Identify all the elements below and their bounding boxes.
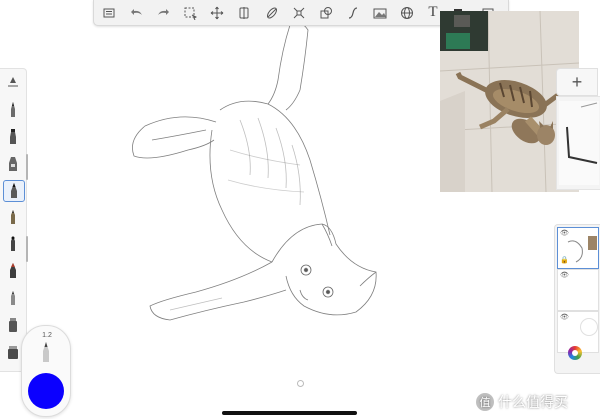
layers-menu-icon[interactable] [94, 0, 124, 25]
brush-10[interactable] [3, 315, 23, 335]
watermark-badge: 值 [476, 393, 494, 411]
brush-puck[interactable]: 1.2 [21, 325, 71, 417]
current-color-swatch[interactable] [28, 373, 64, 409]
brush-size-label: 1.2 [42, 332, 52, 339]
layer-visibility-icon[interactable]: 👁 [560, 271, 569, 279]
brush-3[interactable] [3, 127, 23, 147]
undo-icon[interactable] [124, 0, 150, 25]
watermark-text: 什么值得买 [498, 394, 568, 410]
current-brush-icon [43, 342, 49, 362]
transform-icon[interactable] [204, 0, 230, 25]
layer-thumbnail-2[interactable]: 👁 [557, 269, 599, 311]
selection-icon[interactable] [176, 0, 204, 25]
brush-6[interactable] [3, 207, 23, 227]
brush-palette [0, 68, 27, 372]
symmetry-icon[interactable] [230, 0, 258, 25]
brush-1[interactable] [3, 73, 23, 93]
brush-4[interactable] [3, 154, 23, 174]
watermark: 值 什么值得买 [476, 392, 568, 412]
redo-icon[interactable] [150, 0, 176, 25]
perspective-grid-icon[interactable] [394, 0, 420, 25]
home-indicator[interactable] [222, 411, 357, 415]
shape-icon[interactable] [312, 0, 340, 25]
brush-panel-grip-top[interactable] [26, 154, 28, 180]
brush-2[interactable] [3, 100, 23, 120]
reference-panel [556, 96, 600, 190]
brush-9[interactable] [3, 288, 23, 308]
image-import-icon[interactable] [366, 0, 394, 25]
curve-icon[interactable] [340, 0, 366, 25]
brush-11[interactable] [3, 342, 23, 362]
brush-panel-grip-bottom[interactable] [26, 236, 28, 262]
brush-7[interactable] [3, 234, 23, 254]
distort-icon[interactable] [286, 0, 312, 25]
page-indicator [297, 380, 304, 387]
color-wheel-icon[interactable] [568, 346, 582, 360]
add-layer-button[interactable]: + [556, 68, 598, 96]
ruler-icon[interactable] [258, 0, 286, 25]
brush-5[interactable] [3, 180, 25, 202]
layer-visibility-icon[interactable]: 👁 [560, 313, 569, 321]
layer-lock-icon[interactable]: 🔒 [560, 256, 569, 264]
brush-8[interactable] [3, 261, 23, 281]
layer-thumbnail-sketch[interactable]: 👁 🔒 [557, 227, 599, 269]
